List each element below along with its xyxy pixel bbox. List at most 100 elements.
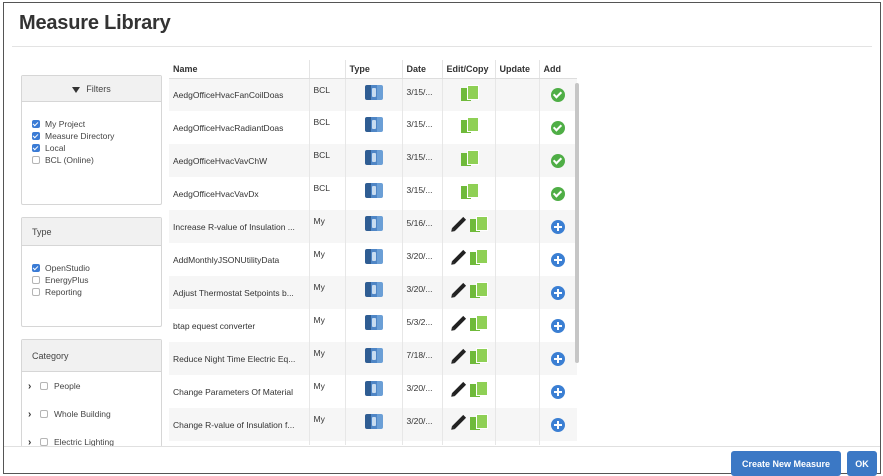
table-row[interactable]: ChangeBuildingLocationMy 3/16/... bbox=[169, 441, 577, 445]
table-row[interactable]: btap equest converter My 5/3/2... bbox=[169, 309, 577, 342]
table-scrollbar[interactable] bbox=[575, 83, 579, 363]
col-edit-copy-header[interactable]: Edit/Copy bbox=[442, 60, 496, 79]
copy-icon[interactable] bbox=[470, 381, 488, 398]
col-date-header[interactable]: Date bbox=[402, 60, 443, 79]
pencil-edit-icon[interactable] bbox=[451, 249, 467, 264]
copy-icon[interactable] bbox=[470, 348, 488, 365]
measure-source: My bbox=[309, 342, 346, 375]
measure-add bbox=[539, 441, 577, 445]
copy-icon[interactable] bbox=[460, 150, 479, 167]
pencil-edit-icon[interactable] bbox=[451, 381, 467, 396]
table-row[interactable]: AddMonthlyJSONUtilityData My 3/20/... bbox=[169, 243, 577, 276]
add-plus-icon[interactable] bbox=[551, 219, 565, 234]
filter-item[interactable]: My Project bbox=[32, 118, 161, 130]
copy-icon[interactable] bbox=[470, 414, 488, 431]
copy-icon[interactable] bbox=[460, 183, 479, 200]
copy-icon[interactable] bbox=[470, 216, 488, 233]
filter-item[interactable]: BCL (Online) bbox=[32, 154, 161, 166]
col-type-header[interactable]: Type bbox=[345, 60, 403, 79]
measure-source: BCL bbox=[309, 78, 346, 111]
table-row[interactable]: AedgOfficeHvacRadiantDoas BCL 3/15/... bbox=[169, 111, 577, 144]
filter-checkbox[interactable] bbox=[32, 156, 40, 164]
copy-icon[interactable] bbox=[470, 315, 488, 332]
measure-edit-copy bbox=[442, 309, 496, 342]
measure-update bbox=[495, 276, 540, 309]
col-add-header[interactable]: Add bbox=[539, 60, 577, 79]
add-plus-icon[interactable] bbox=[551, 351, 565, 366]
table-row[interactable]: AedgOfficeHvacVavDx BCL 3/15/... bbox=[169, 177, 577, 210]
pencil-edit-icon[interactable] bbox=[451, 315, 467, 330]
filter-checkbox[interactable] bbox=[32, 144, 40, 152]
col-source-header[interactable] bbox=[309, 60, 346, 79]
added-check-icon[interactable] bbox=[551, 120, 565, 135]
measure-date: 3/15/... bbox=[402, 177, 443, 210]
funnel-icon bbox=[72, 86, 81, 93]
type-filter-checkbox[interactable] bbox=[32, 264, 40, 272]
dialog-title: Measure Library bbox=[19, 12, 171, 34]
filter-item[interactable]: Local bbox=[32, 142, 161, 154]
type-filter-checkbox[interactable] bbox=[32, 288, 40, 296]
add-plus-icon[interactable] bbox=[551, 417, 565, 432]
table-row[interactable]: Adjust Thermostat Setpoints b... My 3/20/.… bbox=[169, 276, 577, 309]
measure-type bbox=[345, 276, 403, 309]
category-panel: Category › People › Whole Building › Electric… bbox=[21, 339, 162, 448]
measure-source: My bbox=[309, 210, 346, 243]
pencil-edit-icon[interactable] bbox=[451, 282, 467, 297]
added-check-icon[interactable] bbox=[551, 153, 565, 168]
col-name-header[interactable]: Name bbox=[169, 60, 310, 79]
added-check-icon[interactable] bbox=[551, 87, 565, 102]
type-filter-item[interactable]: Reporting bbox=[32, 286, 161, 298]
measure-add bbox=[539, 408, 577, 441]
add-plus-icon[interactable] bbox=[551, 384, 565, 399]
chevron-right-icon[interactable]: › bbox=[28, 409, 36, 420]
measure-add bbox=[539, 78, 577, 111]
measure-name: ChangeBuildingLocation bbox=[169, 441, 310, 445]
type-filter-checkbox[interactable] bbox=[32, 276, 40, 284]
table-header-row: Name Type Date Edit/Copy Update Add bbox=[169, 60, 577, 79]
filter-item[interactable]: Measure Directory bbox=[32, 130, 161, 142]
add-plus-icon[interactable] bbox=[551, 285, 565, 300]
table-row[interactable]: AedgOfficeHvacFanCoilDoas BCL 3/15/... bbox=[169, 78, 577, 111]
category-item[interactable]: › People bbox=[22, 372, 161, 400]
type-filter-item[interactable]: EnergyPlus bbox=[32, 274, 161, 286]
type-filter-item[interactable]: OpenStudio bbox=[32, 262, 161, 274]
pencil-edit-icon[interactable] bbox=[451, 216, 467, 231]
create-new-measure-button[interactable]: Create New Measure bbox=[731, 451, 841, 476]
category-item[interactable]: › Electric Lighting bbox=[22, 428, 161, 456]
category-item[interactable]: › Whole Building bbox=[22, 400, 161, 428]
table-row[interactable]: Change R-value of Insulation f... My 3/20/… bbox=[169, 408, 577, 441]
measure-type bbox=[345, 309, 403, 342]
copy-icon[interactable] bbox=[470, 249, 488, 266]
pencil-edit-icon[interactable] bbox=[451, 348, 467, 363]
add-plus-icon[interactable] bbox=[551, 318, 565, 333]
table-row[interactable]: Change Parameters Of Material My 3/20/... bbox=[169, 375, 577, 408]
filters-header: Filters bbox=[22, 76, 161, 102]
add-plus-icon[interactable] bbox=[551, 252, 565, 267]
added-check-icon[interactable] bbox=[551, 186, 565, 201]
openstudio-measure-icon bbox=[364, 414, 383, 429]
copy-icon[interactable] bbox=[460, 117, 479, 134]
measure-update bbox=[495, 408, 540, 441]
measure-edit-copy bbox=[442, 78, 496, 111]
filter-item-label: Measure Directory bbox=[45, 131, 115, 141]
copy-icon[interactable] bbox=[470, 282, 488, 299]
category-checkbox[interactable] bbox=[40, 382, 48, 390]
measure-update bbox=[495, 78, 540, 111]
measure-name: Adjust Thermostat Setpoints b... bbox=[169, 276, 310, 309]
table-row[interactable]: Increase R-value of Insulation ... My 5/16… bbox=[169, 210, 577, 243]
ok-button[interactable]: OK bbox=[847, 451, 877, 476]
filter-item-label: BCL (Online) bbox=[45, 155, 94, 165]
copy-icon[interactable] bbox=[460, 84, 479, 102]
measure-date: 3/15/... bbox=[402, 78, 443, 111]
chevron-right-icon[interactable]: › bbox=[28, 381, 36, 392]
filter-checkbox[interactable] bbox=[32, 120, 40, 128]
table-row[interactable]: Reduce Night Time Electric Eq... My 7/18/.… bbox=[169, 342, 577, 375]
measure-name: Increase R-value of Insulation ... bbox=[169, 210, 310, 243]
table-row[interactable]: AedgOfficeHvacVavChW BCL 3/15/... bbox=[169, 144, 577, 177]
pencil-edit-icon[interactable] bbox=[451, 414, 467, 429]
col-update-header[interactable]: Update bbox=[495, 60, 540, 79]
category-checkbox[interactable] bbox=[40, 438, 48, 446]
openstudio-measure-icon bbox=[364, 183, 383, 198]
category-checkbox[interactable] bbox=[40, 410, 48, 418]
filter-checkbox[interactable] bbox=[32, 132, 40, 140]
